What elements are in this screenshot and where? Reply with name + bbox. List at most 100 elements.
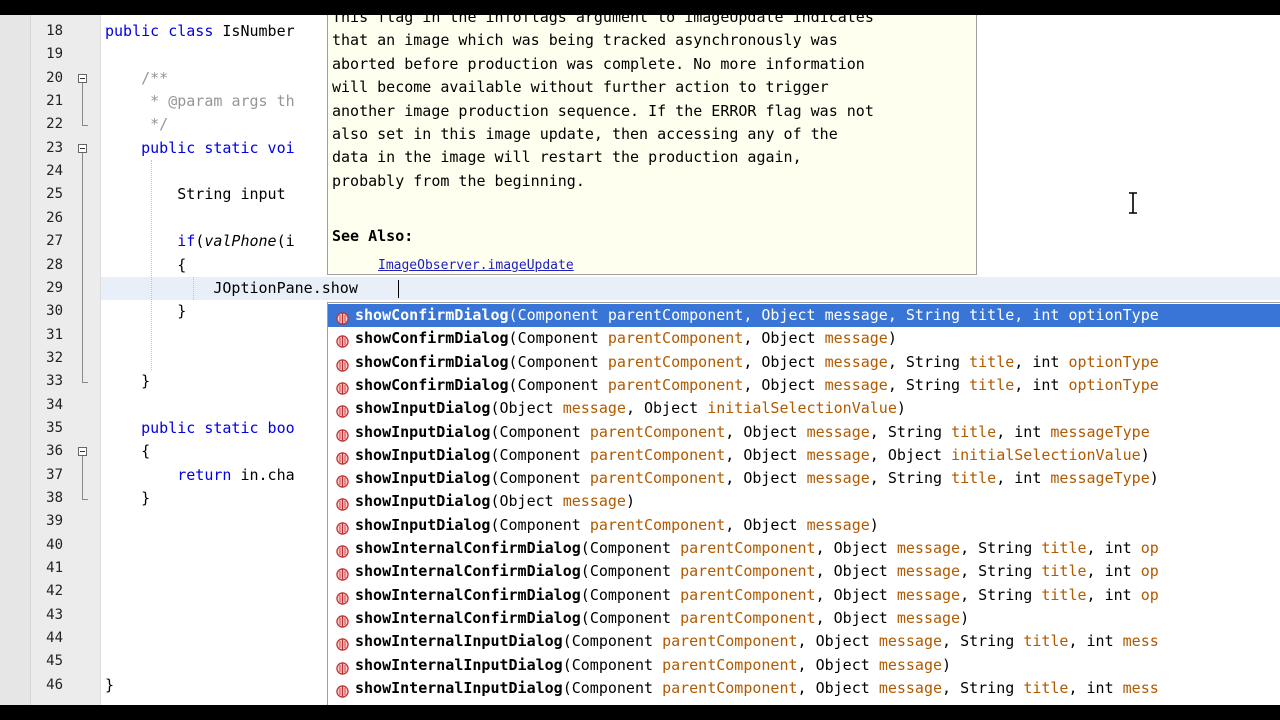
code-line[interactable]: JOptionPane.show (105, 277, 358, 300)
completion-item[interactable]: showInputDialog(Object message, Object i… (328, 397, 1280, 420)
code-line[interactable]: String input (105, 183, 295, 206)
line-number: 24 (46, 163, 63, 180)
param-name: message (562, 399, 626, 418)
line-number: 20 (46, 69, 63, 86)
param-type: Component (499, 469, 581, 488)
param-type: String (905, 375, 961, 394)
line-number: 34 (46, 396, 63, 413)
fold-toggle-icon[interactable] (78, 143, 87, 153)
completion-item[interactable]: showInputDialog(Component parentComponen… (328, 421, 1280, 444)
line-number: 42 (46, 583, 63, 600)
code-line[interactable]: } (105, 674, 114, 697)
param-type: String (960, 678, 1015, 697)
code-line[interactable]: } (105, 487, 150, 510)
completion-item[interactable]: showInputDialog(Component parentComponen… (328, 444, 1280, 467)
code-token: IsNumber (222, 22, 295, 40)
completion-item[interactable]: showInputDialog(Component parentComponen… (328, 514, 1280, 537)
param-name: parentComponent (607, 352, 744, 371)
code-line[interactable]: */ (105, 113, 168, 136)
param-name: parentComponent (589, 515, 726, 534)
param-name: parentComponent (680, 539, 816, 557)
completion-item[interactable]: showInputDialog(Object message) (328, 490, 1280, 513)
code-line[interactable]: } (105, 370, 150, 393)
param-name: parentComponent (589, 445, 726, 464)
param-type: int (1104, 539, 1132, 557)
param-name: parentComponent (662, 655, 798, 674)
code-line[interactable]: public static voi (105, 137, 295, 160)
line-number: 40 (46, 536, 63, 553)
param-type: Object (743, 445, 798, 464)
code-token: /** (105, 68, 169, 87)
line-number: 29 (46, 279, 63, 296)
param-name: initialSelectionValue (707, 399, 897, 418)
param-type: Component (571, 655, 654, 674)
param-name: message (824, 306, 888, 324)
code-token: in.cha (240, 465, 295, 484)
javadoc-line: probably from the beginning. (332, 171, 585, 190)
completion-item[interactable]: showInternalInputDialog(Component parent… (328, 654, 1280, 677)
param-type: Object (761, 306, 816, 324)
completion-item[interactable]: showConfirmDialog(Component parentCompon… (328, 304, 1280, 328)
method-name: showInputDialog (355, 445, 491, 464)
param-name: title (951, 469, 997, 488)
param-type: String (887, 469, 943, 488)
completion-item[interactable]: showInputDialog(Component parentComponen… (328, 467, 1280, 490)
param-name: parentComponent (589, 469, 726, 488)
completion-item[interactable]: showInternalConfirmDialog(Component pare… (328, 537, 1280, 560)
bottom-bar (0, 705, 1280, 720)
line-number: 33 (46, 373, 63, 390)
completion-item[interactable]: showConfirmDialog(Component parentCompon… (328, 327, 1280, 350)
code-completion-list[interactable]: showConfirmDialog(Component parentCompon… (327, 302, 1280, 705)
code-line[interactable]: } (105, 300, 186, 323)
javadoc-line: data in the image will restart the produ… (332, 148, 802, 167)
fold-toggle-icon[interactable] (78, 447, 87, 457)
param-type: Component (517, 375, 599, 394)
code-line[interactable]: { (105, 254, 186, 277)
code-line[interactable]: public static boo (105, 417, 295, 440)
param-name: message (896, 539, 961, 557)
line-number: 39 (46, 513, 63, 530)
javadoc-text: This flag in the infoflags argument to i… (332, 15, 972, 193)
indent-guide (193, 276, 194, 301)
param-type: Component (589, 562, 672, 581)
line-number: 45 (46, 653, 63, 670)
param-name: title (1023, 632, 1069, 651)
code-line[interactable]: { (105, 440, 150, 463)
code-token: args (231, 92, 268, 111)
code-token: th (267, 92, 295, 111)
line-number: 26 (46, 209, 63, 226)
code-line[interactable]: return in.cha (105, 464, 295, 487)
param-type: Object (743, 469, 798, 488)
param-name: parentComponent (607, 329, 744, 348)
completion-item[interactable]: showConfirmDialog(Component parentCompon… (328, 374, 1280, 397)
code-line[interactable]: * @param args th (105, 90, 295, 113)
completion-item[interactable]: showInternalInputDialog(Component parent… (328, 630, 1280, 653)
javadoc-popup: This flag in the infoflags argument to i… (327, 15, 1137, 277)
code-line[interactable]: /** (105, 67, 168, 90)
param-type: Object (761, 375, 816, 394)
completion-item[interactable]: showInternalConfirmDialog(Component pare… (328, 560, 1280, 583)
fold-toggle-icon[interactable] (78, 73, 87, 83)
code-token: */ (105, 115, 169, 134)
param-name: message (806, 445, 870, 464)
method-name: showInputDialog (355, 492, 491, 511)
method-icon (336, 565, 349, 581)
completion-item[interactable]: showInternalConfirmDialog(Component pare… (328, 584, 1280, 607)
code-line[interactable]: public class IsNumber (105, 20, 295, 43)
line-number: 22 (46, 116, 63, 133)
code-token: } (105, 302, 187, 321)
javadoc-line: aborted before production was complete. … (332, 54, 865, 73)
code-line[interactable]: if(valPhone(i (105, 230, 294, 253)
method-name: showConfirmDialog (355, 352, 509, 371)
completion-item[interactable]: showConfirmDialog(Component parentCompon… (328, 351, 1280, 374)
param-name: optionType (1068, 352, 1159, 371)
see-also-link[interactable]: ImageObserver.imageUpdate (378, 254, 574, 277)
param-name: message (824, 375, 888, 394)
param-type: String (960, 632, 1015, 651)
param-type: Object (815, 678, 870, 697)
completion-item[interactable]: showInternalConfirmDialog(Component pare… (328, 607, 1280, 630)
code-token: * @param (105, 92, 232, 111)
code-token: } (105, 489, 151, 507)
completion-item[interactable]: showInternalInputDialog(Component parent… (328, 677, 1280, 700)
param-type: Component (517, 306, 599, 324)
